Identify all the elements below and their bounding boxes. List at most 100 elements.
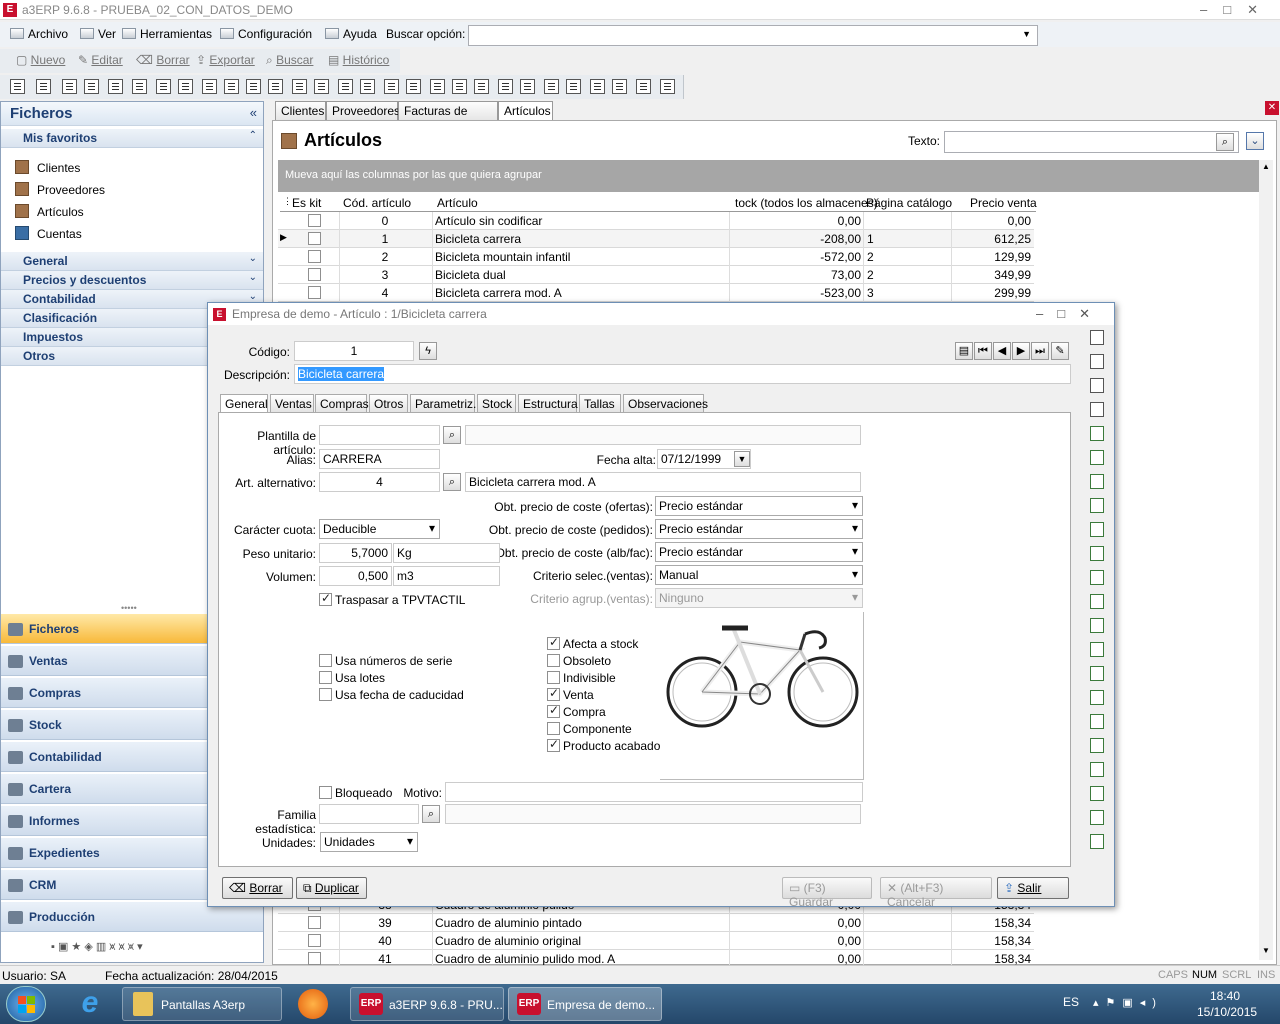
toolbar-icon-21[interactable] (474, 79, 489, 94)
unidades-select[interactable]: Unidades (320, 832, 418, 852)
side-tool-icon-18[interactable] (1090, 738, 1104, 753)
es-kit-checkbox[interactable] (308, 250, 321, 263)
side-tool-icon-2[interactable] (1090, 354, 1104, 369)
ofertas-select[interactable]: Precio estándar (655, 496, 863, 516)
collapse-icon[interactable]: « (250, 105, 257, 120)
es-kit-checkbox[interactable] (308, 268, 321, 281)
delete-button[interactable]: ⌫ Borrar (136, 53, 190, 67)
table-row[interactable]: 2 Bicicleta mountain infantil -572,00 2 129,… (278, 248, 1034, 266)
side-tool-icon-3[interactable] (1090, 378, 1104, 393)
alternativo-input[interactable]: 4 (319, 472, 440, 492)
menu-ayuda[interactable]: Ayuda (325, 27, 377, 41)
cuota-select[interactable]: Deducible (319, 519, 440, 539)
side-tool-icon-17[interactable] (1090, 714, 1104, 729)
side-tool-icon-8[interactable] (1090, 498, 1104, 513)
side-tool-icon-20[interactable] (1090, 786, 1104, 801)
salir-button[interactable]: ⇪ Salir (997, 877, 1069, 899)
checkbox-left_checks-2[interactable]: Usa fecha de caducidad (319, 688, 464, 702)
new-button[interactable]: ▢ Nuevo (16, 53, 65, 67)
expand-down-icon[interactable]: ⌄ (1246, 132, 1264, 150)
language-indicator[interactable]: ES (1063, 995, 1079, 1009)
es-kit-checkbox[interactable] (308, 934, 321, 947)
toolbar-icon-14[interactable] (314, 79, 329, 94)
dialog-tab-4[interactable]: Parametriz. (410, 394, 476, 413)
toolbar-icon-15[interactable] (338, 79, 353, 94)
toolbar-icon-9[interactable] (202, 79, 217, 94)
toolbar-icon-28[interactable] (636, 79, 651, 94)
checkbox-right_checks-3[interactable]: Venta (547, 686, 594, 702)
toolbar-icon-19[interactable] (430, 79, 445, 94)
menu-archivo[interactable]: Archivo (10, 27, 68, 41)
table-row[interactable]: 40 Cuadro de aluminio original 0,00 158,34 (278, 932, 1034, 950)
es-kit-checkbox[interactable] (308, 916, 321, 929)
sidebar-section-0[interactable]: General ⌄ (1, 252, 263, 271)
history-button[interactable]: ▤ Histórico (328, 53, 389, 67)
checkbox-box[interactable] (547, 635, 560, 650)
chevron-down-icon[interactable]: ⌄ (249, 253, 257, 264)
favorite-articulos[interactable]: Artículos (15, 204, 84, 219)
side-tool-icon-9[interactable] (1090, 522, 1104, 537)
checkbox-box[interactable] (319, 591, 332, 606)
descripcion-input[interactable]: Bicicleta carrera (294, 364, 1071, 384)
guardar-button[interactable]: ▭ (F3) Guardar (782, 877, 872, 909)
side-tool-icon-7[interactable] (1090, 474, 1104, 489)
side-tool-icon-10[interactable] (1090, 546, 1104, 561)
nav-mini-icons[interactable]: ▪ ▣ ★ ◈ ▥ ⩙ ⩙ ⩙ ▾ (51, 940, 261, 960)
dialog-tab-1[interactable]: Ventas (270, 394, 314, 413)
task-empresa[interactable]: ERP Empresa de demo... (508, 987, 662, 1021)
checkbox-box[interactable] (547, 737, 560, 752)
task-pantallas[interactable]: Pantallas A3erp (122, 987, 282, 1021)
checkbox-right_checks-0[interactable]: Afecta a stock (547, 635, 638, 651)
tray-icons[interactable]: ▴⚑▣◂) (1093, 996, 1163, 1009)
side-tool-icon-19[interactable] (1090, 762, 1104, 777)
favorite-clientes[interactable]: Clientes (15, 160, 80, 175)
chevron-down-icon[interactable]: ⌄ (249, 291, 257, 302)
borrar-button[interactable]: ⌫ Borrar (222, 877, 293, 899)
bloqueado-checkbox[interactable]: Bloqueado (319, 786, 392, 800)
toolbar-icon-12[interactable] (268, 79, 283, 94)
checkbox-box[interactable] (319, 786, 332, 799)
motivo-input[interactable] (445, 782, 863, 802)
search-button[interactable]: ⌕ Buscar (266, 53, 313, 68)
menu-configuracion[interactable]: Configuración (220, 27, 312, 41)
toolbar-icon-27[interactable] (612, 79, 627, 94)
favorite-cuentas[interactable]: Cuentas (15, 226, 82, 241)
tpv-checkbox[interactable]: Traspasar a TPVTACTIL (319, 591, 465, 607)
toolbar-icon-3[interactable] (62, 79, 77, 94)
checkbox-box[interactable] (547, 671, 560, 684)
side-tool-icon-15[interactable] (1090, 666, 1104, 681)
checkbox-left_checks-1[interactable]: Usa lotes (319, 671, 385, 685)
duplicar-button[interactable]: ⧉ Duplicar (296, 877, 367, 899)
dialog-tab-8[interactable]: Observaciones (623, 394, 708, 413)
checkbox-right_checks-5[interactable]: Componente (547, 722, 632, 736)
familia-input[interactable] (319, 804, 419, 824)
dialog-tab-6[interactable]: Estructura (518, 394, 578, 413)
table-row[interactable]: 3 Bicicleta dual 73,00 2 349,99 (278, 266, 1034, 284)
toolbar-icon-16[interactable] (360, 79, 375, 94)
text-search-input[interactable] (944, 131, 1239, 153)
peso-input[interactable]: 5,7000 (319, 543, 392, 563)
table-row[interactable]: 39 Cuadro de aluminio pintado 0,00 158,34 (278, 914, 1034, 932)
toolbar-icon-24[interactable] (544, 79, 559, 94)
toolbar-icon-8[interactable] (178, 79, 193, 94)
calendar-dropdown-icon[interactable]: ▼ (734, 451, 750, 467)
col-es-kit[interactable]: Es kit (292, 196, 321, 211)
sidebar-section-1[interactable]: Precios y descuentos ⌄ (1, 271, 263, 290)
magnifier-icon[interactable]: ⌕ (443, 473, 461, 491)
checkbox-box[interactable] (547, 703, 560, 718)
checkbox-box[interactable] (547, 686, 560, 701)
task-a3erp[interactable]: ERP a3ERP 9.6.8 - PRU... (350, 987, 504, 1021)
table-row[interactable]: ▶ 1 Bicicleta carrera -208,00 1 612,25 (278, 230, 1034, 248)
menu-ver[interactable]: Ver (80, 27, 116, 41)
dialog-tab-5[interactable]: Stock (477, 394, 516, 413)
side-tool-icon-16[interactable] (1090, 690, 1104, 705)
side-tool-icon-6[interactable] (1090, 450, 1104, 465)
col-pagina[interactable]: Página catálogo (866, 196, 952, 211)
magnifier-icon[interactable]: ⌕ (422, 805, 440, 823)
first-record-icon[interactable]: ⏮ (974, 342, 992, 360)
alias-input[interactable]: CARRERA (319, 449, 440, 469)
pedidos-select[interactable]: Precio estándar (655, 519, 863, 539)
checkbox-right_checks-6[interactable]: Producto acabado (547, 737, 660, 753)
magnifier-icon[interactable]: ⌕ (443, 426, 461, 444)
prev-record-icon[interactable]: ◀ (993, 342, 1011, 360)
